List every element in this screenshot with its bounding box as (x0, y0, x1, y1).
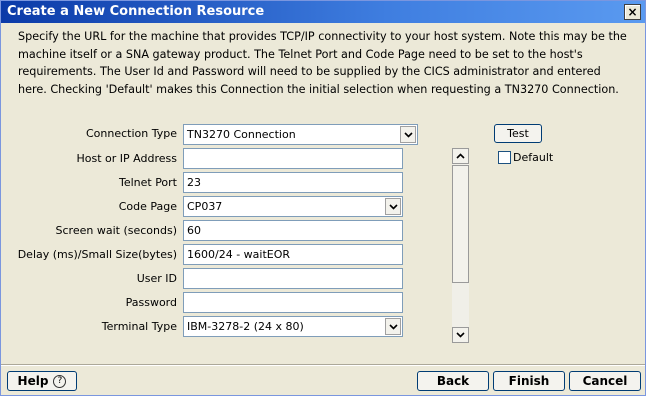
test-button[interactable]: Test (494, 124, 542, 143)
connection-type-select[interactable]: TN3270 Connection (183, 124, 418, 145)
password-input[interactable] (183, 292, 403, 313)
code-page-label: Code Page (118, 200, 177, 213)
cancel-button-label: Cancel (582, 374, 628, 388)
telnet-port-label: Telnet Port (118, 176, 177, 189)
connection-type-label: Connection Type (85, 127, 177, 140)
password-label: Password (125, 296, 177, 309)
host-input[interactable] (183, 148, 403, 169)
user-id-label: User ID (136, 272, 177, 285)
dialog-window: Create a New Connection Resource × Speci… (0, 0, 646, 396)
finish-button[interactable]: Finish (493, 371, 565, 391)
close-icon: × (627, 5, 638, 19)
scroll-thumb[interactable] (452, 165, 469, 283)
code-page-value: CP037 (187, 200, 223, 213)
delay-label: Delay (ms)/Small Size(bytes) (17, 248, 177, 261)
cancel-button[interactable]: Cancel (569, 371, 641, 391)
back-button[interactable]: Back (417, 371, 489, 391)
title-bar: Create a New Connection Resource × (1, 1, 645, 23)
chevron-down-icon[interactable] (400, 126, 416, 143)
help-icon: ? (53, 374, 67, 388)
test-button-label: Test (507, 127, 529, 140)
chevron-up-icon (456, 153, 465, 159)
chevron-down-icon (456, 332, 465, 338)
close-button[interactable]: × (624, 4, 641, 20)
chevron-down-icon[interactable] (385, 318, 401, 335)
terminal-type-label: Terminal Type (101, 320, 177, 333)
code-page-select[interactable]: CP037 (183, 196, 403, 217)
connection-type-value: TN3270 Connection (187, 128, 296, 141)
finish-button-label: Finish (508, 374, 550, 388)
screen-wait-label: Screen wait (seconds) (55, 224, 177, 237)
footer-separator (1, 364, 645, 366)
back-button-label: Back (436, 374, 470, 388)
terminal-type-select[interactable]: IBM-3278-2 (24 x 80) (183, 316, 403, 337)
default-checkbox[interactable] (498, 151, 511, 164)
window-title: Create a New Connection Resource (7, 4, 265, 19)
help-button-label: Help (17, 374, 49, 388)
scroll-up-button[interactable] (452, 148, 469, 164)
chevron-down-icon[interactable] (385, 198, 401, 215)
default-label: Default (513, 151, 554, 164)
form-scrollbar[interactable] (452, 148, 469, 343)
delay-input[interactable]: 1600/24 - waitEOR (183, 244, 403, 265)
scroll-down-button[interactable] (452, 327, 469, 343)
telnet-port-input[interactable]: 23 (183, 172, 403, 193)
help-button[interactable]: Help ? (7, 371, 77, 391)
terminal-type-value: IBM-3278-2 (24 x 80) (187, 320, 304, 333)
screen-wait-input[interactable]: 60 (183, 220, 403, 241)
description-text: Specify the URL for the machine that pro… (18, 30, 627, 96)
host-label: Host or IP Address (76, 152, 177, 165)
user-id-input[interactable] (183, 268, 403, 289)
